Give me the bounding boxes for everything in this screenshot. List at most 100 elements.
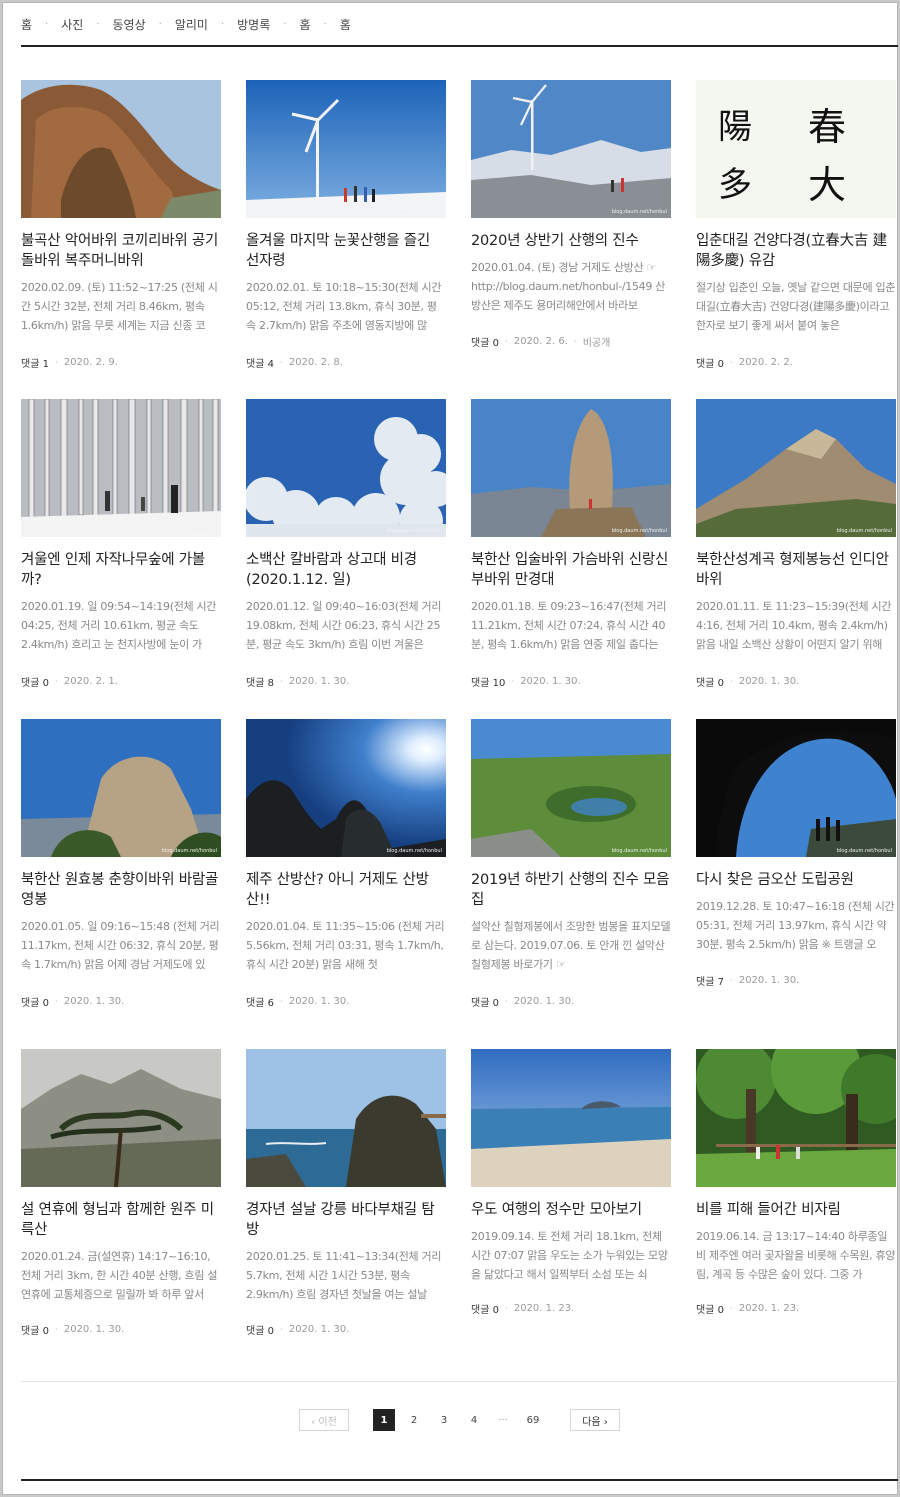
post-excerpt: 2020.01.04. 토 11:35~15:06 (전체 거리 5.56km,… — [246, 920, 445, 971]
next-page-button[interactable]: 다음 › — [570, 1409, 620, 1431]
post-meta: 댓글 0 · 2020. 1. 23. — [471, 1301, 575, 1316]
post-title[interactable]: 2020년 상반기 산행의 진수 — [471, 231, 671, 251]
comment-count[interactable]: 댓글 0 — [471, 334, 499, 349]
page-ellipsis: ··· — [498, 1414, 508, 1426]
post-date: 2020. 1. 30. — [288, 996, 350, 1007]
post-title[interactable]: 설 연휴에 형님과 함께한 원주 미륵산 — [21, 1200, 221, 1240]
post-meta: 댓글 7 · 2020. 1. 30. — [696, 973, 800, 988]
post-date: 2020. 1. 30. — [520, 676, 581, 687]
post-excerpt: 2019.09.14. 토 전체 거리 18.1km, 전체 시간 07:07 … — [471, 1230, 668, 1281]
pager-divider — [21, 1381, 898, 1382]
post-title[interactable]: 북한산 원효봉 춘향이바위 바람골 영봉 — [21, 870, 221, 910]
post-excerpt: 2020.01.24. 금(설연휴) 14:17~16:10, 전체 거리 3k… — [21, 1250, 218, 1301]
comment-count[interactable]: 댓글 0 — [471, 1301, 499, 1316]
post-title[interactable]: 겨울엔 인제 자작나무숲에 가볼까? — [21, 550, 221, 590]
post-excerpt: 설악산 칠형제봉에서 조망한 범봉을 표지모델로 삼는다. 2019.07.06… — [471, 920, 671, 971]
page-number[interactable]: 4 — [463, 1409, 485, 1431]
comment-count[interactable]: 댓글 4 — [246, 355, 274, 370]
post-excerpt: 2020.01.11. 토 11:23~15:39(전체 시간 4:16, 전체… — [696, 600, 892, 651]
post-meta: 댓글 0 · 2020. 1. 30. — [471, 994, 575, 1009]
nav-item-home-2[interactable]: · 홈 — [270, 16, 310, 33]
nav-item-home[interactable]: ·홈 — [21, 16, 32, 33]
post-title[interactable]: 제주 산방산? 아니 거제도 산방산!! — [246, 870, 446, 910]
post-thumbnail[interactable]: blog.daum.net/honbul — [696, 719, 896, 857]
comment-count[interactable]: 댓글 7 — [696, 973, 724, 988]
post-thumbnail[interactable] — [21, 80, 221, 218]
pagination: ‹ 이전 1 2 3 4 ··· 69 다음 › — [3, 1409, 899, 1433]
page-frame: ·홈 ·사진 ·동영상 ·알리미 ·방명록 ·홈 ·홈 불곡산 악어바위 코끼리… — [2, 2, 898, 1495]
post-title[interactable]: 북한산 입술바위 가슴바위 신랑신부바위 만경대 — [471, 550, 671, 590]
comment-count[interactable]: 댓글 8 — [246, 674, 274, 689]
post-thumbnail[interactable]: blog.daum.net/honbul — [471, 80, 671, 218]
post-excerpt: 2020.01.19. 일 09:54~14:19(전체 시간 04:25, 전… — [21, 600, 217, 651]
post-date: 2020. 2. 9. — [63, 357, 118, 368]
post-meta: 댓글 0 · 2020. 1. 23. — [696, 1301, 800, 1316]
post-thumbnail[interactable]: blog.daum.net/honbul — [21, 399, 221, 537]
post-thumbnail[interactable]: blog.daum.net/honbul — [471, 399, 671, 537]
post-excerpt: 2020.01.12. 일 09:40~16:03(전체 거리 19.08km,… — [246, 600, 442, 651]
post-title[interactable]: 우도 여행의 정수만 모아보기 — [471, 1200, 671, 1220]
comment-count[interactable]: 댓글 6 — [246, 994, 274, 1009]
post-excerpt: 2020.01.18. 토 09:23~16:47(전체 거리 11.21km,… — [471, 600, 667, 651]
comment-count[interactable]: 댓글 0 — [246, 1322, 274, 1337]
post-meta: 댓글 0 · 2020. 1. 30. — [246, 1322, 350, 1337]
prev-page-button[interactable]: ‹ 이전 — [299, 1409, 349, 1431]
post-date: 2020. 1. 30. — [63, 1324, 125, 1335]
comment-count[interactable]: 댓글 1 — [21, 355, 49, 370]
post-thumbnail[interactable]: 陽 多 春 大 — [696, 80, 896, 218]
post-thumbnail[interactable]: blog.daum.net/honbul — [21, 719, 221, 857]
post-title[interactable]: 소백산 칼바람과 상고대 비경(2020.1.12. 일) — [246, 550, 446, 590]
post-title[interactable]: 비를 피해 들어간 비자림 — [696, 1200, 896, 1220]
comment-count[interactable]: 댓글 0 — [21, 674, 49, 689]
nav-item-videos[interactable]: · 동영상 — [83, 16, 145, 33]
post-excerpt: 2020.01.04. (토) 경남 거제도 산방산 ☞ http://blog… — [471, 261, 666, 312]
post-title[interactable]: 입춘대길 건양다경(立春大吉 建陽多慶) 유감 — [696, 231, 896, 271]
post-date: 2020. 1. 30. — [513, 996, 575, 1007]
post-thumbnail[interactable]: blog.daum.net/honbul — [696, 399, 896, 537]
page-number[interactable]: 3 — [433, 1409, 455, 1431]
comment-count[interactable]: 댓글 0 — [696, 355, 724, 370]
post-date: 2020. 2. 8. — [288, 357, 343, 368]
page-number[interactable]: 2 — [403, 1409, 425, 1431]
comment-count[interactable]: 댓글 0 — [21, 1322, 49, 1337]
post-thumbnail[interactable] — [21, 1049, 221, 1187]
nav-item-guestbook[interactable]: · 방명록 — [208, 16, 270, 33]
post-thumbnail[interactable] — [471, 1049, 671, 1187]
nav-item-home-3[interactable]: · 홈 — [311, 16, 351, 33]
post-thumbnail[interactable] — [696, 1049, 896, 1187]
post-meta: 댓글 0 · 2020. 1. 30. — [696, 674, 800, 689]
post-meta: 댓글 1 · 2020. 2. 9. — [21, 355, 118, 370]
post-meta: 댓글 6 · 2020. 1. 30. — [246, 994, 350, 1009]
post-thumbnail[interactable] — [246, 1049, 446, 1187]
post-meta: 댓글 8 · 2020. 1. 30. — [246, 674, 350, 689]
comment-count[interactable]: 댓글 0 — [21, 994, 49, 1009]
post-meta: 댓글 0 · 2020. 2. 6. · 비공개 — [471, 334, 611, 349]
nav-item-notice[interactable]: · 알리미 — [146, 16, 208, 33]
post-thumbnail[interactable]: blog.daum.net/honbul — [246, 719, 446, 857]
post-thumbnail[interactable]: blog.daum.net/honbul — [246, 399, 446, 537]
post-excerpt: 2020.02.09. (토) 11:52~17:25 (전체 시간 5시간 3… — [21, 281, 218, 332]
post-title[interactable]: 불곡산 악어바위 코끼리바위 공기돌바위 복주머니바위 — [21, 231, 221, 271]
calligraphy-image: 陽 多 春 大 — [696, 80, 896, 218]
post-thumbnail[interactable]: blog.daum.net/honbul — [246, 80, 446, 218]
post-date: 2020. 1. 30. — [738, 975, 800, 986]
comment-count[interactable]: 댓글 0 — [696, 674, 724, 689]
post-excerpt: 절기상 입춘인 오늘, 옛날 같으면 대문에 입춘대길(立春大吉) 건양다경(建… — [696, 281, 896, 332]
post-excerpt: 2020.01.25. 토 11:41~13:34(전체 거리 5.7km, 전… — [246, 1250, 442, 1301]
post-title[interactable]: 경자년 설날 강릉 바다부채길 탐방 — [246, 1200, 446, 1240]
post-date: 2020. 1. 30. — [288, 1324, 350, 1335]
page-number-current[interactable]: 1 — [373, 1409, 395, 1431]
post-date: 2020. 2. 2. — [738, 357, 793, 368]
post-meta: 댓글 0 · 2020. 1. 30. — [21, 1322, 125, 1337]
nav-item-photos[interactable]: · 사진 — [32, 16, 83, 33]
comment-count[interactable]: 댓글 0 — [696, 1301, 724, 1316]
comment-count[interactable]: 댓글 10 — [471, 674, 505, 689]
page-number-last[interactable]: 69 — [522, 1409, 544, 1431]
post-title[interactable]: 2019년 하반기 산행의 진수 모음집 — [471, 870, 671, 910]
post-title[interactable]: 북한산성계곡 형제봉능선 인디안바위 — [696, 550, 896, 590]
comment-count[interactable]: 댓글 0 — [471, 994, 499, 1009]
post-title[interactable]: 올겨울 마지막 눈꽃산행을 즐긴 선자령 — [246, 231, 446, 271]
post-thumbnail[interactable]: blog.daum.net/honbul — [471, 719, 671, 857]
post-title[interactable]: 다시 찾은 금오산 도립공원 — [696, 870, 896, 890]
post-date: 2020. 1. 30. — [288, 676, 350, 687]
